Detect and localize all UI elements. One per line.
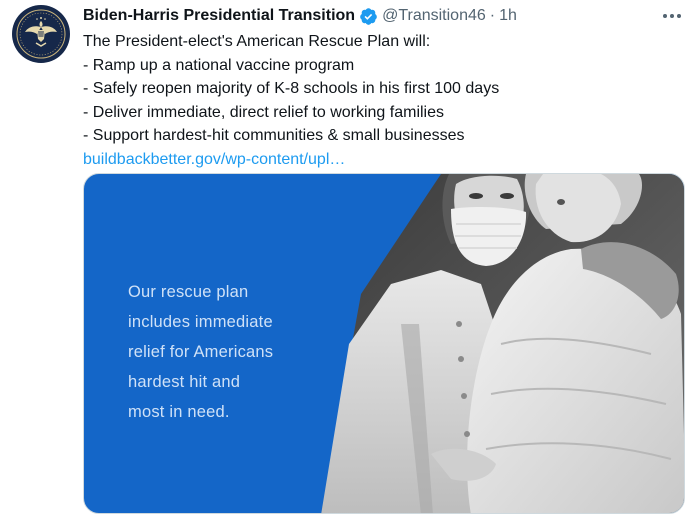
tweet-line: - Safely reopen majority of K-8 schools … <box>83 80 500 97</box>
timestamp[interactable]: 1h <box>499 7 517 25</box>
tweet-line: - Support hardest-hit communities & smal… <box>83 127 465 144</box>
avatar[interactable] <box>12 5 70 63</box>
tweet-media-image[interactable]: Our rescue plan includes immediate relie… <box>83 173 685 514</box>
mother-and-child-photo <box>321 174 684 513</box>
tweet-header: Biden-Harris Presidential Transition @Tr… <box>83 5 688 27</box>
display-name[interactable]: Biden-Harris Presidential Transition <box>83 7 355 25</box>
separator-dot: · <box>489 7 496 24</box>
tweet[interactable]: Biden-Harris Presidential Transition @Tr… <box>0 0 700 526</box>
tweet-link[interactable]: buildbackbetter.gov/wp-content/upl… <box>83 148 683 172</box>
tweet-line: The President-elect's American Rescue Pl… <box>83 33 431 50</box>
cropped-heading <box>128 174 308 197</box>
handle[interactable]: @Transition46 <box>382 7 486 25</box>
presidential-seal-icon <box>13 6 69 62</box>
more-options-icon[interactable] <box>660 5 684 27</box>
tweet-text: The President-elect's American Rescue Pl… <box>83 30 683 171</box>
verified-badge-icon <box>359 7 378 26</box>
tweet-line: - Deliver immediate, direct relief to wo… <box>83 103 444 121</box>
tweet-line: - Ramp up a national vaccine program <box>83 56 355 74</box>
